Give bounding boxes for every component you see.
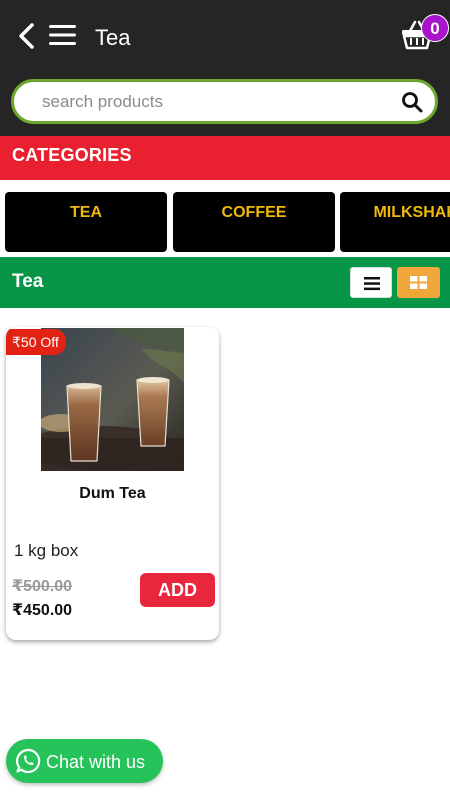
category-card-milkshake[interactable]: MILKSHAKE [340, 192, 450, 252]
category-label: COFFEE [221, 204, 287, 221]
product-name[interactable]: Dum Tea [6, 485, 219, 503]
cart-count-badge: 0 [421, 14, 449, 42]
categories-header: CATEGORIES [0, 136, 450, 180]
product-card[interactable]: ₹50 Off Dum Tea 1 kg box ₹500.00 ₹450.00… [6, 327, 219, 640]
hamburger-menu-icon [49, 25, 76, 45]
search-input[interactable] [42, 90, 382, 114]
product-price: ₹450.00 [12, 602, 73, 619]
chat-label: Chat with us [46, 752, 146, 772]
list-view-button[interactable] [350, 267, 392, 298]
category-label: MILKSHAKE [373, 204, 450, 221]
whatsapp-icon [16, 748, 41, 774]
app-screen: Tea 0 CATEGORIES TEA C [0, 0, 450, 800]
back-button[interactable] [16, 21, 40, 51]
search-bar [11, 79, 438, 124]
menu-button[interactable] [49, 24, 76, 46]
category-label: TEA [70, 204, 102, 221]
category-list: TEA COFFEE MILKSHAKE [0, 192, 450, 252]
product-unit: 1 kg box [14, 541, 79, 560]
discount-badge: ₹50 Off [6, 329, 66, 355]
section-header: Tea [0, 257, 450, 308]
top-bar: Tea 0 [0, 0, 450, 136]
list-view-icon [364, 277, 380, 291]
section-title: Tea [12, 271, 44, 292]
product-original-price: ₹500.00 [12, 578, 73, 595]
category-card-tea[interactable]: TEA [5, 192, 167, 252]
categories-heading: CATEGORIES [12, 145, 132, 165]
grid-view-button[interactable] [397, 267, 440, 298]
page-title: Tea [95, 25, 131, 50]
category-card-coffee[interactable]: COFFEE [173, 192, 335, 252]
back-arrow-icon [19, 23, 34, 49]
whatsapp-chat-button[interactable]: Chat with us [6, 739, 163, 783]
add-to-cart-button[interactable]: ADD [140, 573, 215, 607]
search-icon[interactable] [401, 91, 423, 113]
grid-view-icon [410, 276, 427, 289]
